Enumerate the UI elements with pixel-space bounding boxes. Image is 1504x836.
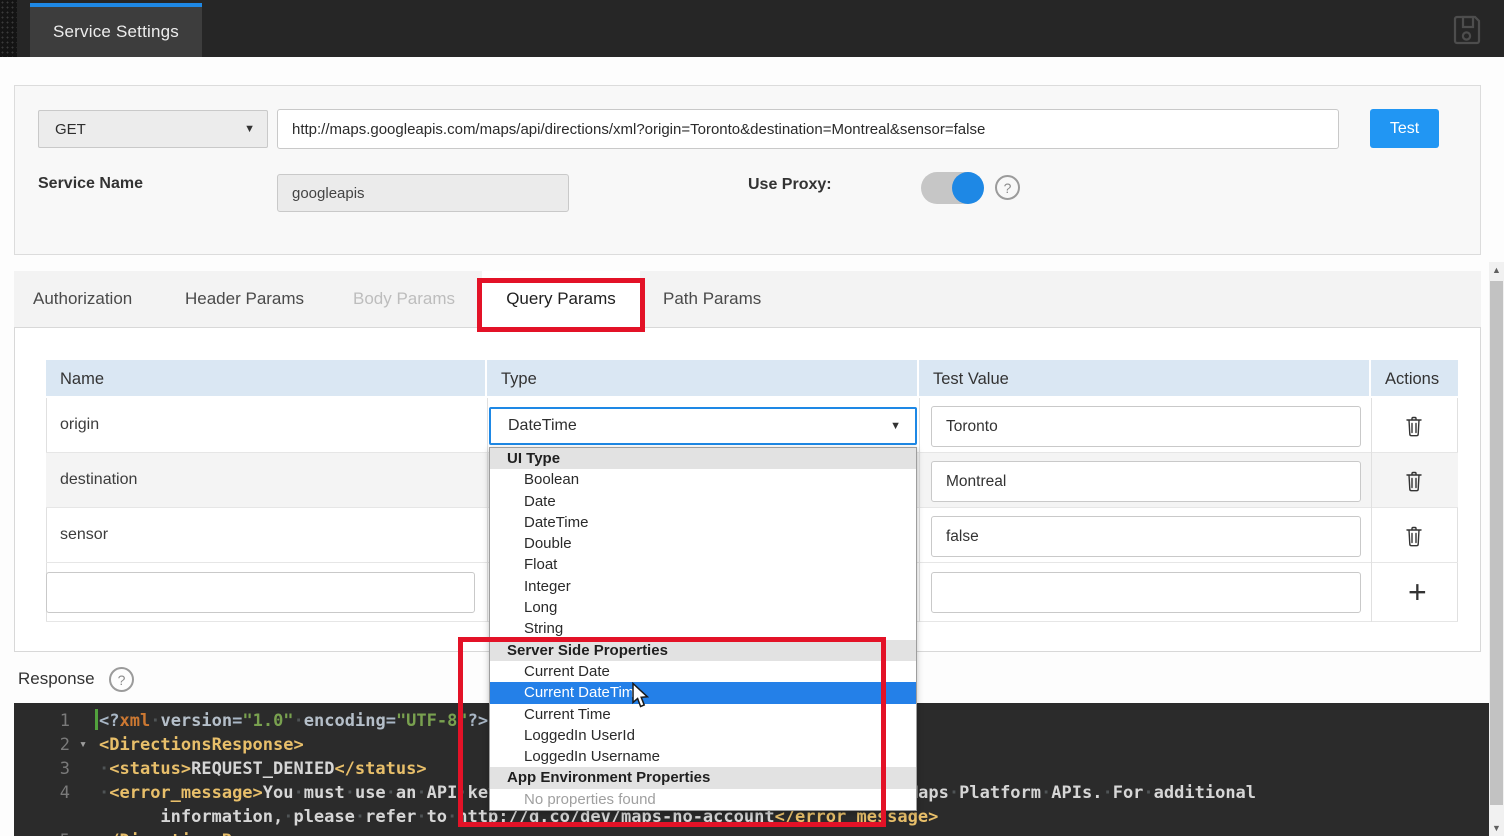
test-value-input-destination[interactable] — [931, 461, 1361, 502]
add-row-icon[interactable]: + — [1402, 573, 1433, 611]
service-settings-tab[interactable]: Service Settings — [30, 3, 202, 57]
type-select-origin[interactable]: DateTime ▼ — [489, 407, 917, 445]
page-scrollbar[interactable]: ▲ ▼ — [1489, 262, 1504, 836]
tab-path-params[interactable]: Path Params — [663, 271, 761, 327]
proxy-help-icon[interactable]: ? — [995, 175, 1020, 200]
chevron-down-icon: ▼ — [890, 420, 901, 432]
service-settings-screen: Service Settings GET ▼ Test Service Name… — [0, 0, 1504, 836]
column-header-type: Type — [487, 360, 919, 398]
dropdown-item-boolean[interactable]: Boolean — [490, 469, 916, 490]
dropdown-group-app-environment-properties: App Environment Properties — [490, 767, 916, 788]
save-icon[interactable] — [1451, 12, 1483, 46]
titlebar: Service Settings — [0, 0, 1504, 57]
dropdown-item-current-datetime[interactable]: Current DateTime — [490, 682, 916, 703]
scrollbar-up-icon[interactable]: ▲ — [1489, 262, 1504, 278]
dropdown-item-date[interactable]: Date — [490, 491, 916, 512]
dropdown-item-float[interactable]: Float — [490, 554, 916, 575]
use-proxy-label: Use Proxy: — [748, 176, 832, 194]
scrollbar-thumb[interactable] — [1490, 281, 1503, 805]
dropdown-item-integer[interactable]: Integer — [490, 576, 916, 597]
fold-arrow-icon[interactable]: ▾ — [79, 733, 87, 757]
column-header-name: Name — [46, 360, 487, 398]
test-button[interactable]: Test — [1370, 109, 1439, 148]
dropdown-item-loggedin-userid[interactable]: LoggedIn UserId — [490, 725, 916, 746]
dropdown-item-string[interactable]: String — [490, 618, 916, 639]
request-url-input[interactable] — [277, 109, 1339, 149]
dropdown-item-current-date[interactable]: Current Date — [490, 661, 916, 682]
column-divider — [1371, 398, 1372, 622]
dropdown-item-loggedin-username[interactable]: LoggedIn Username — [490, 746, 916, 767]
service-name-label: Service Name — [38, 175, 143, 193]
scrollbar-down-icon[interactable]: ▼ — [1489, 820, 1504, 836]
type-dropdown-menu: UI Type Boolean Date DateTime Double Flo… — [489, 447, 917, 811]
type-select-value: DateTime — [508, 417, 577, 435]
param-name-sensor: sensor — [60, 526, 108, 544]
http-method-select[interactable]: GET ▼ — [38, 110, 268, 148]
use-proxy-toggle[interactable] — [921, 172, 983, 204]
toggle-knob — [952, 172, 984, 204]
mouse-cursor-icon — [630, 682, 652, 715]
dropdown-item-datetime[interactable]: DateTime — [490, 512, 916, 533]
titlebar-left-strip — [0, 0, 17, 57]
editor-caret — [95, 709, 98, 730]
tab-header-params[interactable]: Header Params — [185, 271, 304, 327]
dropdown-group-server-side-properties: Server Side Properties — [490, 640, 916, 661]
delete-row-icon[interactable] — [1404, 415, 1424, 437]
service-name-input[interactable] — [277, 174, 569, 212]
param-name-destination: destination — [60, 471, 137, 489]
service-settings-tab-label: Service Settings — [53, 22, 179, 42]
param-name-origin: origin — [60, 416, 99, 434]
column-divider — [919, 398, 920, 622]
dropdown-group-ui-type: UI Type — [490, 448, 916, 469]
column-divider — [487, 398, 488, 622]
dropdown-item-no-properties: No properties found — [490, 789, 916, 810]
new-param-test-value-input[interactable] — [931, 572, 1361, 613]
delete-row-icon[interactable] — [1404, 470, 1424, 492]
dropdown-item-long[interactable]: Long — [490, 597, 916, 618]
test-value-input-sensor[interactable] — [931, 516, 1361, 557]
http-method-value: GET — [55, 121, 86, 138]
tab-query-params[interactable]: Query Params — [482, 271, 640, 327]
chevron-down-icon: ▼ — [244, 123, 255, 135]
response-help-icon[interactable]: ? — [109, 667, 134, 692]
test-value-input-origin[interactable] — [931, 406, 1361, 447]
column-header-actions: Actions — [1371, 360, 1458, 398]
tab-authorization[interactable]: Authorization — [33, 271, 132, 327]
delete-row-icon[interactable] — [1404, 525, 1424, 547]
dropdown-item-double[interactable]: Double — [490, 533, 916, 554]
tab-body-params: Body Params — [353, 271, 455, 327]
new-param-name-input[interactable] — [46, 572, 475, 613]
column-header-test-value: Test Value — [919, 360, 1371, 398]
response-label: Response — [18, 669, 95, 689]
dropdown-item-current-time[interactable]: Current Time — [490, 704, 916, 725]
code-line: 5</DirectionsResponse> — [14, 829, 1504, 836]
